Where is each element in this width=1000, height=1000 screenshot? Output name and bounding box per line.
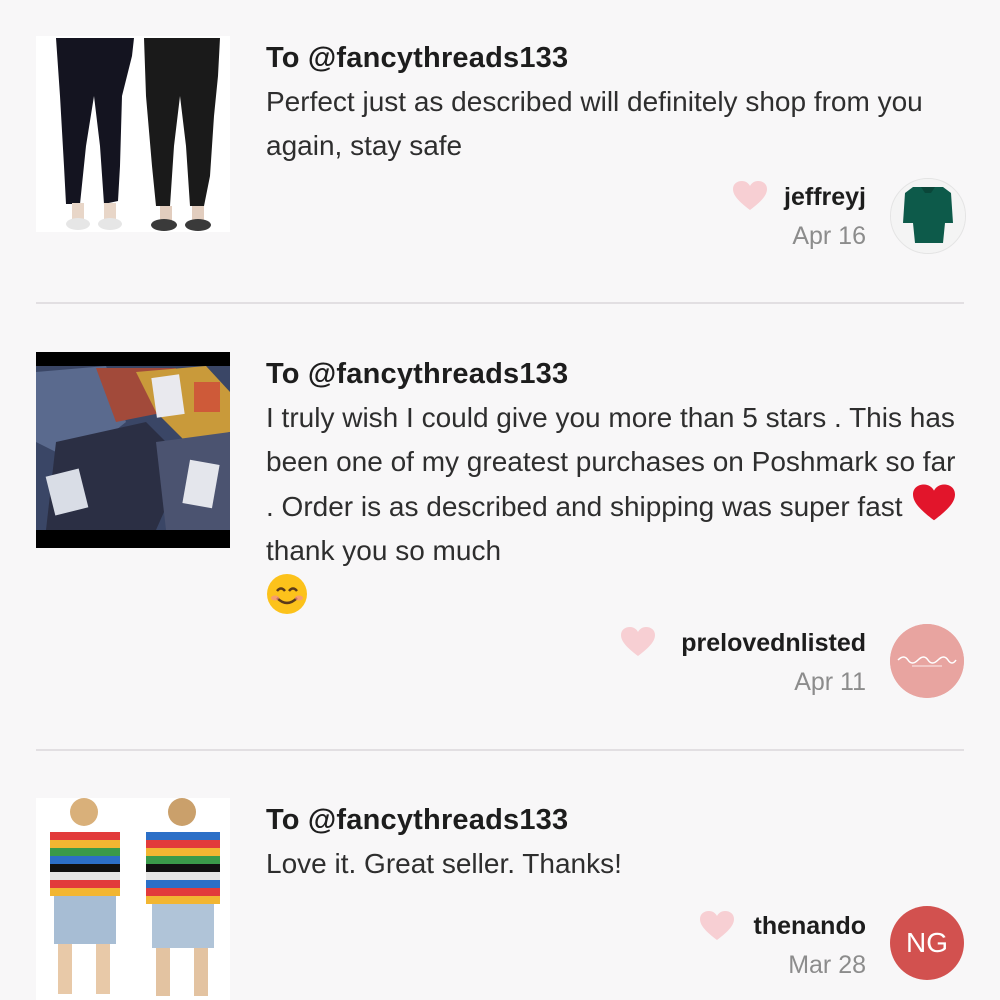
reviewer-username[interactable]: jeffreyj — [784, 183, 866, 212]
divider — [36, 302, 964, 304]
like-heart-icon[interactable] — [700, 911, 734, 941]
avatar-initials: NG — [906, 927, 948, 958]
reviewer-avatar[interactable] — [890, 624, 964, 698]
packaged-items-photo — [36, 352, 230, 548]
striped-tee-photo — [36, 798, 230, 1000]
reviewer-username[interactable]: prelovednlisted — [681, 629, 866, 658]
green-sweater-icon — [891, 179, 965, 253]
review-date: Mar 28 — [788, 951, 866, 979]
review-date: Apr 11 — [794, 668, 866, 696]
red-heart-emoji-icon — [912, 484, 955, 521]
review-recipient[interactable]: To @fancythreads133 — [266, 358, 568, 391]
reviewer-avatar[interactable] — [890, 178, 966, 254]
review-recipient[interactable]: To @fancythreads133 — [266, 804, 568, 837]
listing-thumbnail[interactable] — [36, 36, 230, 232]
review-text-main: I truly wish I could give you more than … — [266, 402, 956, 522]
listing-thumbnail[interactable] — [36, 798, 230, 1000]
review-text: I truly wish I could give you more than … — [266, 396, 966, 620]
divider — [36, 749, 964, 751]
black-joggers-photo — [36, 36, 230, 232]
review-date: Apr 16 — [792, 222, 866, 250]
review-text: Perfect just as described will definitel… — [266, 86, 923, 161]
review-text-end: thank you so much — [266, 535, 502, 566]
shop-logo-icon — [890, 624, 964, 698]
like-heart-icon[interactable] — [733, 181, 767, 211]
reviewer-username[interactable]: thenando — [754, 912, 867, 941]
review-text: Love it. Great seller. Thanks! — [266, 848, 622, 879]
listing-thumbnail[interactable] — [36, 352, 230, 548]
reviewer-avatar[interactable]: NG — [890, 906, 964, 980]
review-recipient[interactable]: To @fancythreads133 — [266, 42, 568, 75]
smiling-face-emoji-icon — [267, 574, 307, 614]
like-heart-icon[interactable] — [621, 627, 655, 657]
review-feed: To @fancythreads133 Perfect just as desc… — [0, 0, 1000, 1000]
